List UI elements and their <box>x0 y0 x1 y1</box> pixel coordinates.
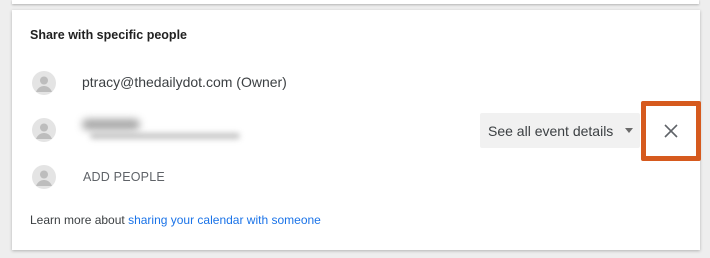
share-card: Share with specific people ptracy@thedai… <box>12 10 701 250</box>
sharing-help-link[interactable]: sharing your calendar with someone <box>128 213 321 227</box>
person-icon <box>36 123 52 139</box>
owner-avatar <box>32 71 56 95</box>
person-icon <box>36 170 52 186</box>
section-title: Share with specific people <box>30 28 187 42</box>
permission-label: See all event details <box>488 122 614 139</box>
add-people-avatar <box>32 165 56 189</box>
person-avatar <box>32 118 56 142</box>
close-icon <box>664 124 678 138</box>
permission-dropdown[interactable]: See all event details <box>480 113 640 148</box>
redacted-person-name <box>82 115 242 147</box>
remove-person-button[interactable] <box>655 115 687 147</box>
previous-card <box>12 0 699 4</box>
learn-more-prefix: Learn more about <box>30 213 129 227</box>
person-icon <box>36 76 52 92</box>
dropdown-arrow-icon <box>625 128 633 133</box>
learn-more-text: Learn more about sharing your calendar w… <box>30 213 321 227</box>
owner-email: ptracy@thedailydot.com (Owner) <box>82 74 287 90</box>
add-people-button[interactable]: ADD PEOPLE <box>83 170 165 184</box>
